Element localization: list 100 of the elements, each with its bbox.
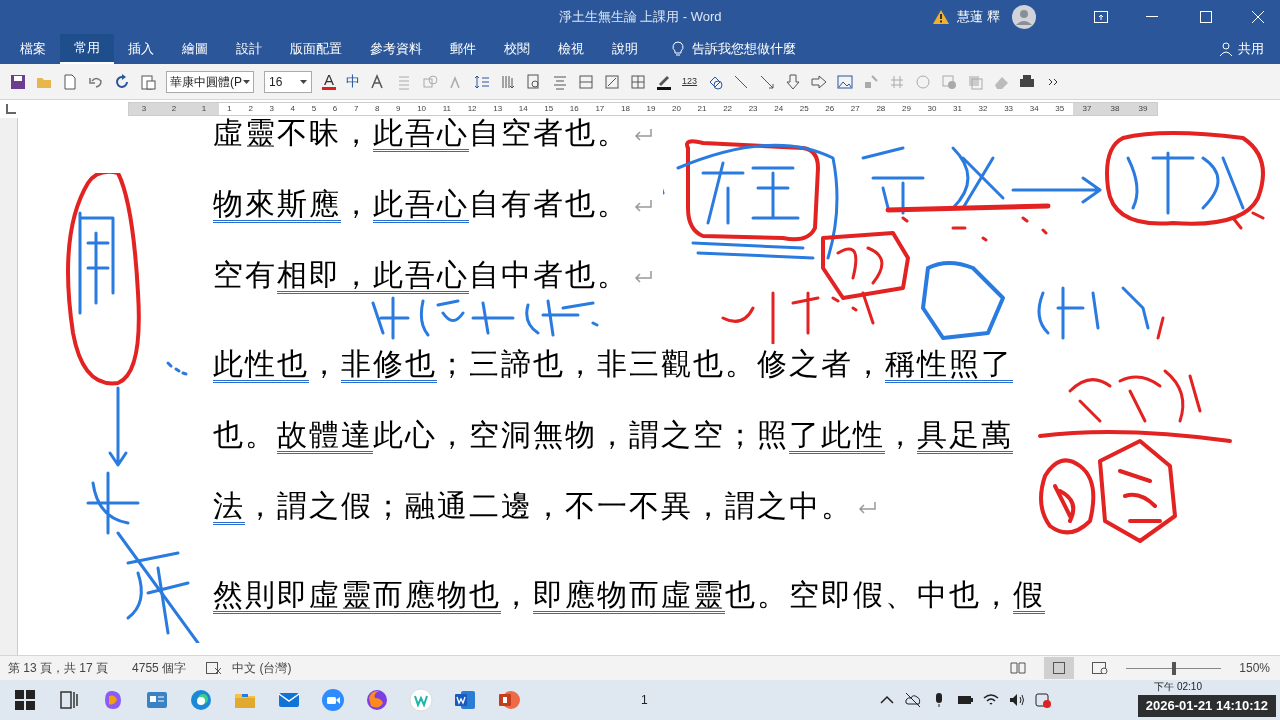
close-icon[interactable] <box>1252 11 1264 23</box>
ruler-number: 38 <box>1110 103 1120 115</box>
web-layout-icon[interactable] <box>1092 662 1109 674</box>
proofing-icon[interactable] <box>206 662 223 674</box>
menu-tab[interactable]: 常用 <box>60 34 114 64</box>
ruler-number: 32 <box>978 103 988 115</box>
writing-app-icon[interactable] <box>409 688 433 712</box>
user-name[interactable]: 慧蓮 釋 <box>957 7 1000 27</box>
save-icon[interactable] <box>10 73 26 90</box>
menu-tab[interactable]: 繪圖 <box>168 34 222 64</box>
menu-tab[interactable]: 版面配置 <box>276 34 356 64</box>
arrow-tool-icon[interactable] <box>759 73 776 90</box>
redo-icon[interactable] <box>114 73 130 90</box>
find-icon[interactable] <box>526 73 542 90</box>
ruler-number: 12 <box>467 103 477 115</box>
word-count[interactable]: 4755 個字 <box>132 659 187 677</box>
ruler-number: 6 <box>332 103 338 115</box>
menu-tab[interactable]: 設計 <box>222 34 276 64</box>
ruler-number: 35 <box>1055 103 1065 115</box>
menu-tab[interactable]: 檢視 <box>544 34 598 64</box>
page-count[interactable]: 第 13 頁，共 17 頁 <box>8 659 109 677</box>
page-indicator[interactable]: 1 <box>641 691 648 709</box>
ruler-number: 2 <box>171 103 177 115</box>
table-icon[interactable] <box>630 73 646 90</box>
menu-tab[interactable]: 檔案 <box>6 34 60 64</box>
alert-badge-icon[interactable] <box>1033 691 1052 709</box>
ruler-number: 1 <box>201 103 207 115</box>
line-tool-icon[interactable] <box>733 73 750 90</box>
right-arrow-icon[interactable] <box>811 73 828 90</box>
paste-icon[interactable] <box>140 73 156 90</box>
presentation-app-icon[interactable] <box>497 688 521 712</box>
browser-icon[interactable] <box>189 688 213 712</box>
print-layout-button[interactable] <box>1044 657 1075 679</box>
ruler-number: 16 <box>569 103 579 115</box>
new-document-icon[interactable] <box>62 73 78 90</box>
ruler-number: 29 <box>901 103 911 115</box>
ruler-number: 24 <box>774 103 784 115</box>
ruler-number: 30 <box>927 103 937 115</box>
image-icon[interactable] <box>837 73 854 90</box>
ruler-number: 27 <box>850 103 860 115</box>
task-view-icon[interactable] <box>57 688 81 712</box>
ruler-number: 21 <box>697 103 707 115</box>
tell-me-search[interactable]: 告訴我您想做什麼 <box>692 39 796 59</box>
menu-tab[interactable]: 說明 <box>598 34 652 64</box>
windows-start-icon[interactable] <box>13 688 37 712</box>
menu-tab[interactable]: 參考資料 <box>356 34 436 64</box>
zoom-level[interactable]: 150% <box>1239 659 1270 677</box>
avatar-icon[interactable] <box>1012 5 1036 29</box>
menu-tab[interactable]: 插入 <box>114 34 168 64</box>
down-arrow-icon[interactable] <box>785 73 802 90</box>
ruler-number: 3 <box>141 103 147 115</box>
chinese-conversion-button[interactable]: 中 <box>346 71 360 92</box>
paragraph-text: 物來斯應，此吾心自有者也。 <box>213 168 653 239</box>
ruler-number: 4 <box>290 103 296 115</box>
clock-time[interactable]: 下午 02:10 <box>1154 681 1202 693</box>
timestamp-overlay: 2026-01-21 14:10:12 <box>1137 695 1276 717</box>
paragraph-text: 然則即虛靈而應物也，即應物而虛靈也。空即假、中也，假 <box>213 577 1045 613</box>
pen-color-icon[interactable] <box>656 73 672 90</box>
ruler-number: 28 <box>876 103 886 115</box>
ruler-number: 26 <box>825 103 835 115</box>
ruler-number: 25 <box>799 103 809 115</box>
ruler-number: 13 <box>493 103 503 115</box>
ruler-number: 19 <box>646 103 656 115</box>
paragraph-text: 此性也，非修也；三諦也，非三觀也。修之者，稱性照了 也。故體達此心，空洞無物，謂之空；照了此性，具足萬法，謂之假；融通二邊，不一不異，謂之中。 <box>213 346 1014 524</box>
ruler-number: 1 <box>227 103 232 115</box>
ruler-number: 10 <box>417 103 427 115</box>
numbering-button[interactable]: 123 <box>682 74 698 89</box>
form-icon[interactable] <box>604 73 620 90</box>
ruler-number: 17 <box>595 103 605 115</box>
border-icon[interactable] <box>578 73 594 90</box>
ruler-number: 5 <box>311 103 317 115</box>
ruler-corner <box>6 104 16 114</box>
printer-icon[interactable] <box>1019 73 1036 90</box>
zoom-slider-thumb[interactable] <box>1171 661 1176 675</box>
font-size-box[interactable]: 16 <box>264 70 312 93</box>
font-color-button[interactable]: A <box>322 73 336 90</box>
ruler-number: 22 <box>723 103 733 115</box>
warning-icon <box>933 10 950 24</box>
ruler-number: 3 <box>269 103 274 115</box>
word-processor-icon[interactable] <box>453 688 477 712</box>
menu-tab[interactable]: 郵件 <box>436 34 490 64</box>
ruler-number: 15 <box>544 103 554 115</box>
language-status[interactable]: 中文 (台灣) <box>232 659 292 677</box>
line-spacing-icon[interactable] <box>474 73 490 90</box>
ruler-number: 23 <box>748 103 758 115</box>
text-effects-icon[interactable] <box>370 73 386 90</box>
lightbulb-icon[interactable] <box>672 41 684 57</box>
menu-tab[interactable]: 校閱 <box>490 34 544 64</box>
maximize-icon[interactable] <box>1200 11 1212 23</box>
window-title: 淨土生無生論 上課用 - Word <box>558 8 722 27</box>
read-mode-icon[interactable] <box>1010 662 1027 674</box>
ribbon-display-icon[interactable] <box>1094 11 1108 23</box>
share-button[interactable]: 共用 <box>1238 39 1264 59</box>
cloud-off-icon[interactable] <box>903 691 922 709</box>
font-name-box[interactable]: 華康中圓體(P <box>166 70 254 93</box>
person-icon[interactable] <box>1220 42 1234 56</box>
ruler-number: 11 <box>442 103 451 115</box>
ruler-number: 20 <box>672 103 681 115</box>
video-meeting-icon[interactable] <box>321 688 345 712</box>
minimize-icon[interactable] <box>1146 16 1158 18</box>
